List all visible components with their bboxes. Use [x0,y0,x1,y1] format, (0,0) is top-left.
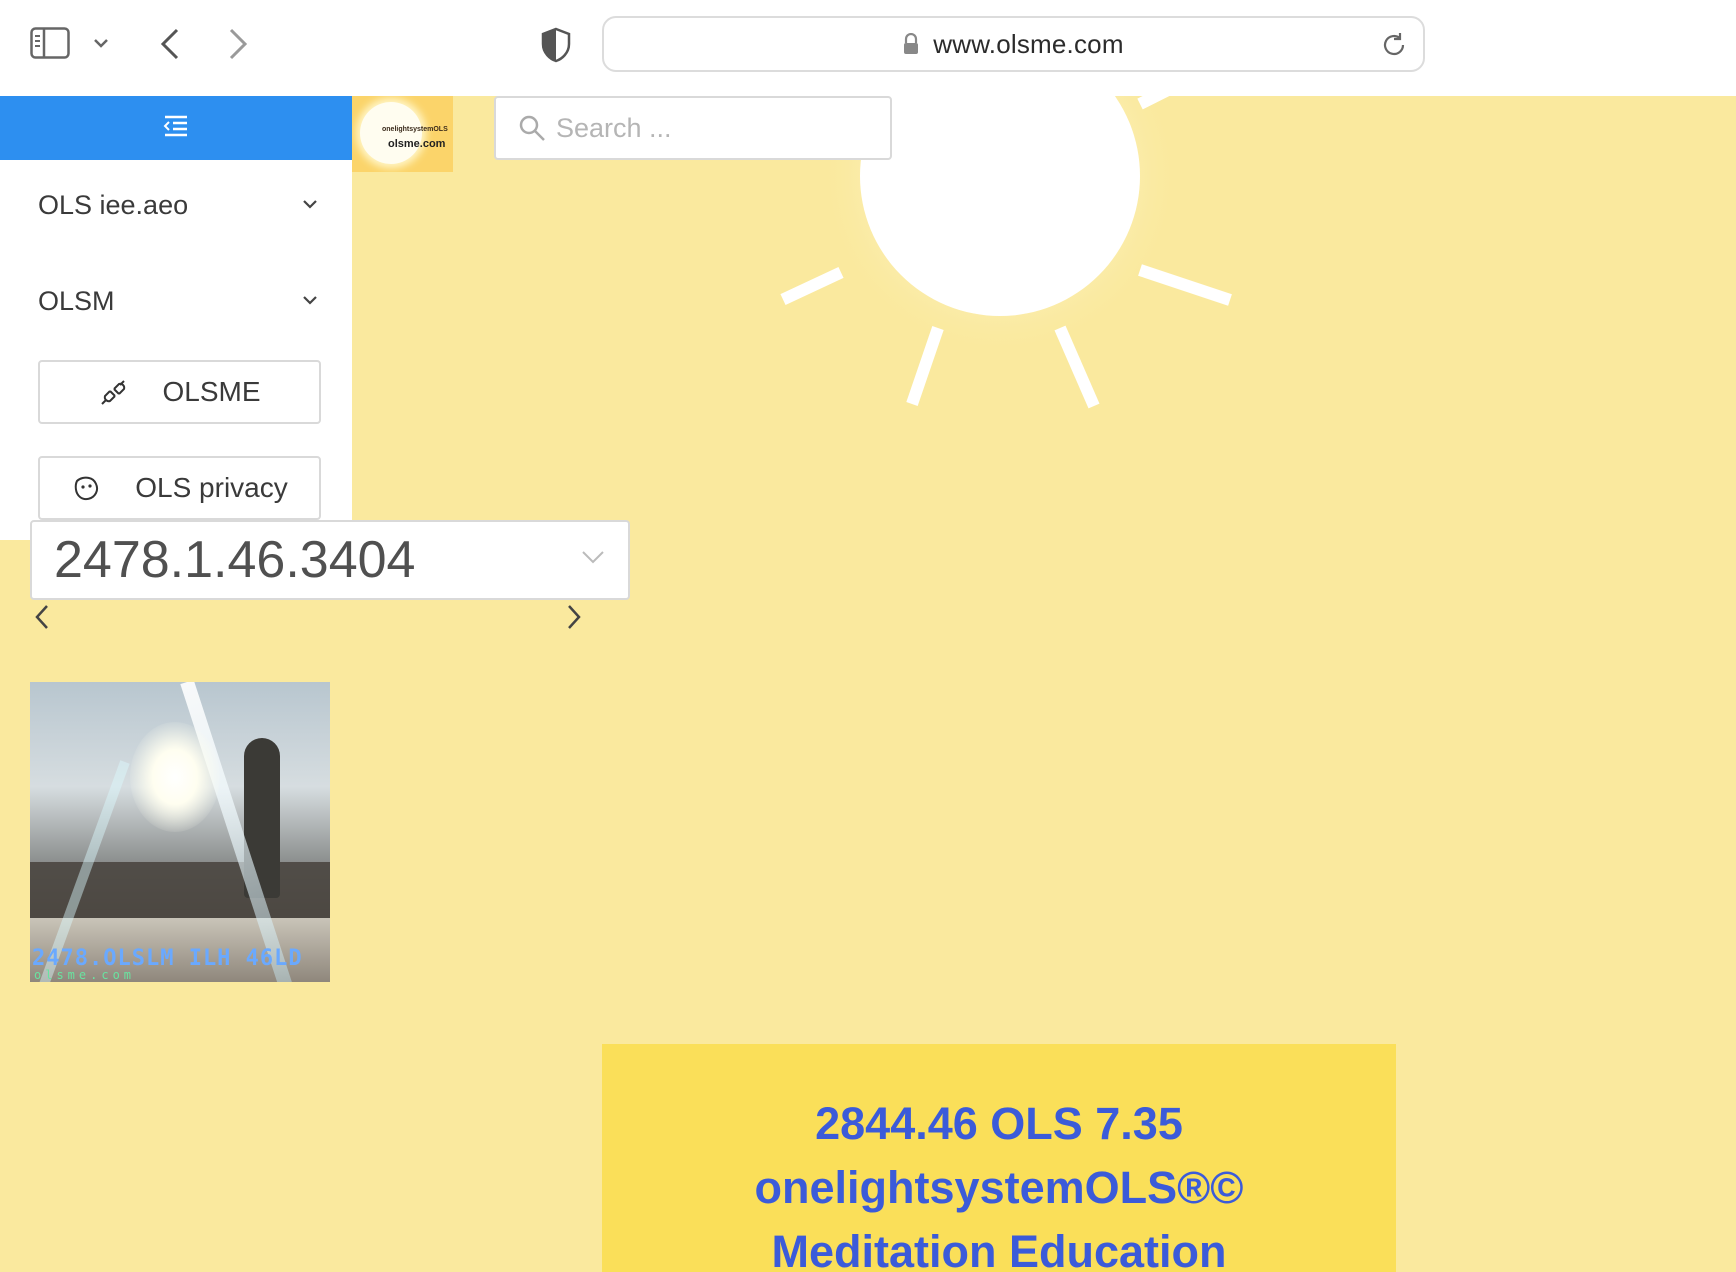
banner-line-3: Meditation Education [771,1226,1227,1272]
web-page: onelightsystemOLS olsme.com OLS iee.aeo … [0,96,1736,1272]
banner-line-1: 2844.46 OLS 7.35 [815,1098,1183,1149]
photo-watermark: olsme.com [34,968,136,982]
olsme-button[interactable]: OLSME [38,360,321,424]
chevron-down-icon [302,196,318,214]
forward-icon[interactable] [220,22,256,66]
smile-icon [71,473,101,503]
logo-sun [360,102,422,164]
olsme-button-label: OLSME [162,376,261,407]
next-arrow-icon[interactable] [564,602,588,632]
menu-item-ols-iee[interactable]: OLS iee.aeo [38,180,318,230]
logo-line1: onelightsystemOLS [382,126,448,133]
lock-icon [903,33,919,55]
ols-privacy-button-label: OLS privacy [135,472,288,503]
search-box[interactable] [494,96,892,160]
title-banner: 2844.46 OLS 7.35 onelightsystemOLS®© Med… [602,1044,1396,1272]
menu-toggle-button[interactable] [0,96,352,160]
version-select-value: 2478.1.46.3404 [54,531,416,589]
address-bar[interactable]: www.olsme.com [602,16,1425,72]
banner-line-2: onelightsystemOLS®© [754,1162,1244,1213]
search-icon [518,114,546,142]
menu-indent-icon [163,115,189,142]
url-text: www.olsme.com [933,28,1124,59]
photo-sun-flare [130,722,220,832]
site-logo[interactable]: onelightsystemOLS olsme.com [352,96,453,172]
logo-line2: olsme.com [388,138,446,150]
menu-item-label: OLS iee.aeo [38,189,189,220]
search-input[interactable] [556,112,876,144]
back-icon[interactable] [152,22,188,66]
menu-item-label: OLSM [38,285,115,316]
side-menu: OLS iee.aeo OLSM OLSME OLS privacy [0,160,352,540]
chevron-down-icon [580,548,606,574]
featured-photo[interactable]: 2478.OLSLM ILH 46LD olsme.com [30,682,330,982]
chevron-down-icon[interactable] [88,30,114,56]
plug-icon [98,377,128,407]
sidebar-toggle-icon[interactable] [28,24,72,62]
reload-icon[interactable] [1379,30,1409,60]
version-select[interactable]: 2478.1.46.3404 [30,520,630,600]
previous-arrow-icon[interactable] [32,602,56,632]
browser-toolbar: www.olsme.com [0,0,1736,96]
banner-text: 2844.46 OLS 7.35 onelightsystemOLS®© Med… [602,1044,1396,1272]
privacy-shield-icon[interactable] [536,24,576,66]
sun-graphic [780,96,1232,409]
ols-privacy-button[interactable]: OLS privacy [38,456,321,520]
menu-item-olsm[interactable]: OLSM [38,276,318,326]
chevron-down-icon [302,292,318,310]
